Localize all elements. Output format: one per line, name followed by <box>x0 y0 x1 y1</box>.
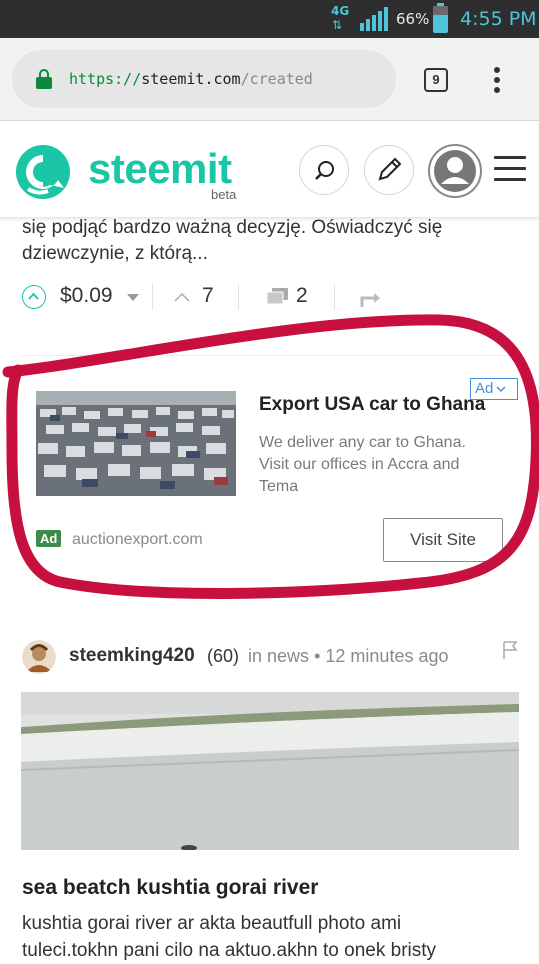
signal-icon <box>360 7 390 31</box>
post-body-line-2: tuleci.tokhn pani cilo na aktuo.akhn to … <box>22 940 437 961</box>
ad-domain[interactable]: auctionexport.com <box>72 531 203 549</box>
steemit-logo-icon[interactable] <box>14 143 72 201</box>
divider <box>152 284 153 310</box>
ad-label: Ad <box>36 530 62 547</box>
votes-chevron-icon <box>174 292 190 302</box>
comments-icon <box>266 288 288 305</box>
network-type: 4G <box>331 4 350 18</box>
more-options-icon[interactable] <box>494 67 502 95</box>
menu-icon[interactable] <box>494 156 526 182</box>
post-body-line-1: kushtia gorai river ar akta beautfull ph… <box>22 913 402 934</box>
post-image[interactable] <box>21 692 519 850</box>
divider <box>334 284 335 310</box>
search-icon <box>315 161 334 180</box>
data-arrows-icon: ⇅ <box>332 18 343 32</box>
upvote-button[interactable] <box>22 285 46 309</box>
vote-count[interactable]: 7 <box>202 284 214 308</box>
url-path: /created <box>240 70 313 88</box>
post-actions: $0.09 7 2 <box>22 281 522 313</box>
search-button[interactable] <box>299 145 349 195</box>
url-scheme: https:// <box>69 70 142 88</box>
site-header: steemit beta <box>0 121 539 218</box>
battery-percent: 66% <box>396 10 430 28</box>
author-name[interactable]: steemking420 <box>69 645 195 667</box>
address-bar[interactable]: https://steemit.com/created <box>12 50 396 108</box>
status-bar: 4G ⇅ 66% 4:55 PM <box>0 0 539 38</box>
url-host: steemit.com <box>141 70 241 88</box>
brand-name[interactable]: steemit <box>88 145 232 193</box>
ad-title[interactable]: Export USA car to Ghana <box>259 394 485 416</box>
snippet-line-2: dziewczynie, z którą... <box>22 243 208 264</box>
write-post-button[interactable] <box>364 145 414 195</box>
category-link[interactable]: news <box>267 646 309 666</box>
ad-choices-badge[interactable]: Ad <box>470 378 518 400</box>
category-prefix: in <box>248 646 263 666</box>
battery-icon <box>433 3 448 33</box>
resteem-icon[interactable] <box>358 287 384 309</box>
visit-site-button[interactable]: Visit Site <box>383 518 503 562</box>
clock: 4:55 PM <box>460 8 537 30</box>
chevron-up-icon <box>28 292 39 300</box>
post-body[interactable]: kushtia gorai river ar akta beautfull ph… <box>22 910 527 964</box>
ad-image[interactable] <box>36 391 236 496</box>
payout-value[interactable]: $0.09 <box>60 284 113 308</box>
post-title[interactable]: sea beatch kushtia gorai river <box>22 876 318 900</box>
post-category-line: in news • 12 minutes ago <box>248 646 449 667</box>
url-text[interactable]: https://steemit.com/created <box>69 70 313 88</box>
ad-description: We deliver any car to Ghana. Visit our o… <box>259 434 466 495</box>
user-avatar-icon[interactable] <box>428 144 482 198</box>
advertisement[interactable]: Export USA car to Ghana Ad We deliver an… <box>22 355 518 566</box>
author-avatar[interactable] <box>22 640 56 674</box>
browser-toolbar: https://steemit.com/created 9 <box>0 38 539 121</box>
ad-choices-label: Ad <box>475 380 494 397</box>
divider <box>238 284 239 310</box>
comment-count[interactable]: 2 <box>296 284 308 308</box>
post-snippet[interactable]: się podjąć bardzo ważną decyzję. Oświadc… <box>22 215 522 267</box>
snippet-line-1: się podjąć bardzo ważną decyzję. Oświadc… <box>22 217 443 238</box>
meta-separator: • <box>314 646 321 666</box>
beta-badge: beta <box>211 187 237 202</box>
tab-switcher-button[interactable]: 9 <box>424 68 448 92</box>
payout-dropdown-icon[interactable] <box>127 294 139 301</box>
post-header: steemking420 (60) in news • 12 minutes a… <box>22 640 522 676</box>
chevron-down-icon <box>496 386 506 393</box>
network-indicator: 4G ⇅ <box>330 4 354 34</box>
author-reputation: (60) <box>207 646 240 666</box>
pencil-icon <box>378 157 402 181</box>
flag-icon[interactable] <box>502 641 518 659</box>
post-time[interactable]: 12 minutes ago <box>325 646 448 666</box>
lock-icon <box>36 69 52 89</box>
